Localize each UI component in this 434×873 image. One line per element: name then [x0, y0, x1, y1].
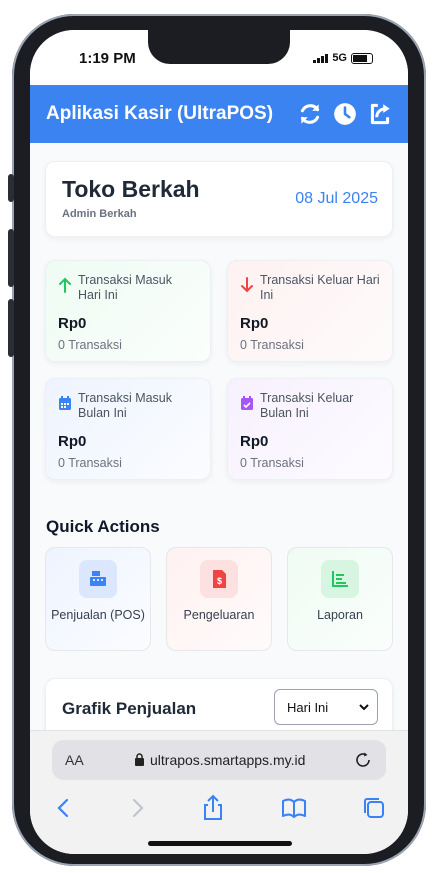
screen: 1:19 PM 5G Aplikasi Kasir (UltraPOS) Tok… — [30, 30, 408, 854]
volume-up-button — [8, 229, 14, 287]
side-button — [8, 174, 14, 202]
app-title: Aplikasi Kasir (UltraPOS) — [46, 103, 274, 124]
quick-actions-title: Quick Actions — [46, 517, 160, 536]
bookmarks-icon[interactable] — [280, 794, 308, 822]
stat-card-in-month[interactable]: Transaksi Masuk Bulan Ini Rp0 0 Transaks… — [45, 378, 211, 480]
quick-action-label: Laporan — [317, 608, 363, 622]
clock-icon[interactable] — [332, 101, 358, 127]
stat-label: Transaksi Keluar Bulan Ini — [260, 391, 354, 420]
status-bar: 1:19 PM 5G — [30, 30, 408, 88]
current-date: 08 Jul 2025 — [295, 190, 378, 207]
quick-action-report[interactable]: Laporan — [287, 547, 393, 651]
browser-toolbar: AA ultrapos.smartapps.my.id — [30, 730, 408, 854]
stat-amount: Rp0 — [240, 433, 269, 450]
status-time: 1:19 PM — [79, 50, 136, 67]
lock-icon — [135, 753, 144, 766]
stat-label: Transaksi Keluar Hari Ini — [260, 273, 380, 302]
svg-text:$: $ — [217, 576, 222, 586]
quick-action-expense[interactable]: $ Pengeluaran — [166, 547, 272, 651]
chart-icon — [321, 560, 359, 598]
share-icon[interactable] — [367, 101, 393, 127]
stat-label: Transaksi Masuk Hari Ini — [78, 273, 173, 302]
stat-amount: Rp0 — [240, 315, 269, 332]
invoice-dollar-icon: $ — [200, 560, 238, 598]
stat-card-in-today[interactable]: Transaksi Masuk Hari Ini Rp0 0 Transaksi — [45, 260, 211, 362]
stat-amount: Rp0 — [58, 433, 87, 450]
battery-icon — [351, 52, 373, 64]
chevron-down-icon — [359, 704, 369, 711]
period-select-value: Hari Ini — [287, 700, 329, 715]
stat-count: 0 Transaksi — [240, 338, 304, 352]
main-content: Toko Berkah Admin Berkah 08 Jul 2025 Tra… — [30, 143, 408, 750]
arrow-up-icon — [59, 277, 71, 293]
sales-chart-title: Grafik Penjualan — [62, 699, 197, 718]
dynamic-island — [148, 30, 290, 64]
stat-label: Transaksi Masuk Bulan Ini — [78, 391, 173, 420]
arrow-down-icon — [241, 277, 253, 293]
store-name: Toko Berkah — [62, 176, 200, 202]
quick-action-label: Penjualan (POS) — [51, 608, 145, 622]
app-header: Aplikasi Kasir (UltraPOS) — [30, 85, 408, 143]
address-bar[interactable]: AA ultrapos.smartapps.my.id — [52, 740, 386, 780]
stat-card-out-today[interactable]: Transaksi Keluar Hari Ini Rp0 0 Transaks… — [227, 260, 393, 362]
network-label: 5G — [332, 52, 347, 64]
forward-icon[interactable] — [123, 794, 151, 822]
signal-icon — [313, 53, 329, 63]
share-sheet-icon[interactable] — [199, 794, 227, 822]
tabs-icon[interactable] — [360, 794, 388, 822]
url-text[interactable]: ultrapos.smartapps.my.id — [150, 752, 305, 768]
calendar-icon — [59, 396, 71, 410]
cash-register-icon — [79, 560, 117, 598]
stat-amount: Rp0 — [58, 315, 87, 332]
store-card: Toko Berkah Admin Berkah 08 Jul 2025 — [45, 161, 393, 237]
home-indicator — [148, 841, 292, 846]
text-size-button[interactable]: AA — [65, 752, 84, 768]
volume-down-button — [8, 299, 14, 357]
calendar-check-icon — [241, 396, 253, 410]
admin-name: Admin Berkah — [62, 208, 137, 220]
refresh-icon[interactable] — [297, 101, 323, 127]
stat-card-out-month[interactable]: Transaksi Keluar Bulan Ini Rp0 0 Transak… — [227, 378, 393, 480]
period-select[interactable]: Hari Ini — [274, 689, 378, 725]
stat-count: 0 Transaksi — [240, 456, 304, 470]
quick-action-pos[interactable]: Penjualan (POS) — [45, 547, 151, 651]
back-icon[interactable] — [50, 794, 78, 822]
quick-action-label: Pengeluaran — [183, 608, 255, 622]
stat-count: 0 Transaksi — [58, 456, 122, 470]
reload-icon[interactable] — [354, 751, 372, 769]
stat-count: 0 Transaksi — [58, 338, 122, 352]
status-indicators: 5G — [313, 52, 373, 64]
